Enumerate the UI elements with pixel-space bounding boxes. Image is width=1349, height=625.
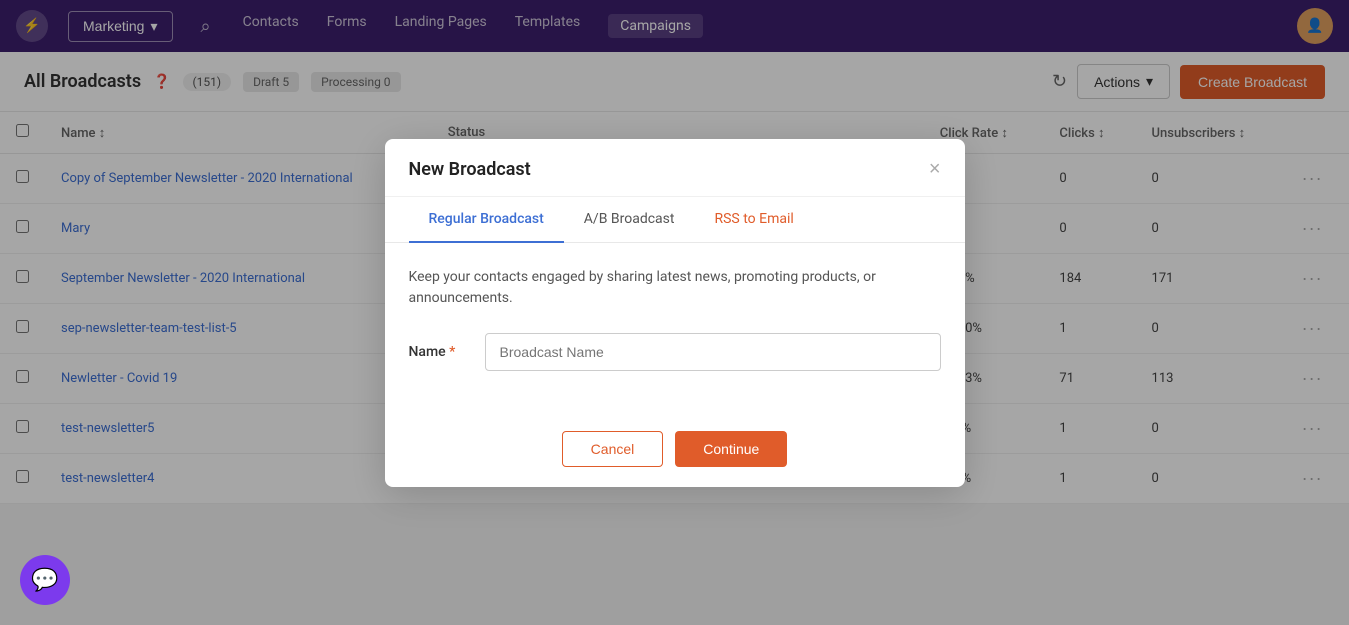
modal-header: New Broadcast × <box>385 139 965 197</box>
modal-footer: Cancel Continue <box>385 415 965 487</box>
cancel-button[interactable]: Cancel <box>562 431 664 467</box>
continue-button[interactable]: Continue <box>675 431 787 467</box>
tab-rss-to-email[interactable]: RSS to Email <box>694 197 813 243</box>
new-broadcast-modal: New Broadcast × Regular Broadcast A/B Br… <box>385 139 965 487</box>
modal-title: New Broadcast <box>409 159 531 180</box>
modal-close-button[interactable]: × <box>929 159 941 179</box>
chat-icon: 💬 <box>31 568 58 593</box>
chat-bubble[interactable]: 💬 <box>20 555 70 605</box>
modal-tabs: Regular Broadcast A/B Broadcast RSS to E… <box>385 197 965 243</box>
required-star: * <box>449 344 455 360</box>
broadcast-name-input[interactable] <box>485 333 941 371</box>
tab-regular-broadcast[interactable]: Regular Broadcast <box>409 197 564 243</box>
modal-overlay[interactable]: New Broadcast × Regular Broadcast A/B Br… <box>0 0 1349 625</box>
modal-body: Keep your contacts engaged by sharing la… <box>385 243 965 415</box>
name-form-row: Name * <box>409 333 941 371</box>
name-label: Name * <box>409 344 469 360</box>
modal-description: Keep your contacts engaged by sharing la… <box>409 267 941 309</box>
tab-ab-broadcast[interactable]: A/B Broadcast <box>564 197 695 243</box>
